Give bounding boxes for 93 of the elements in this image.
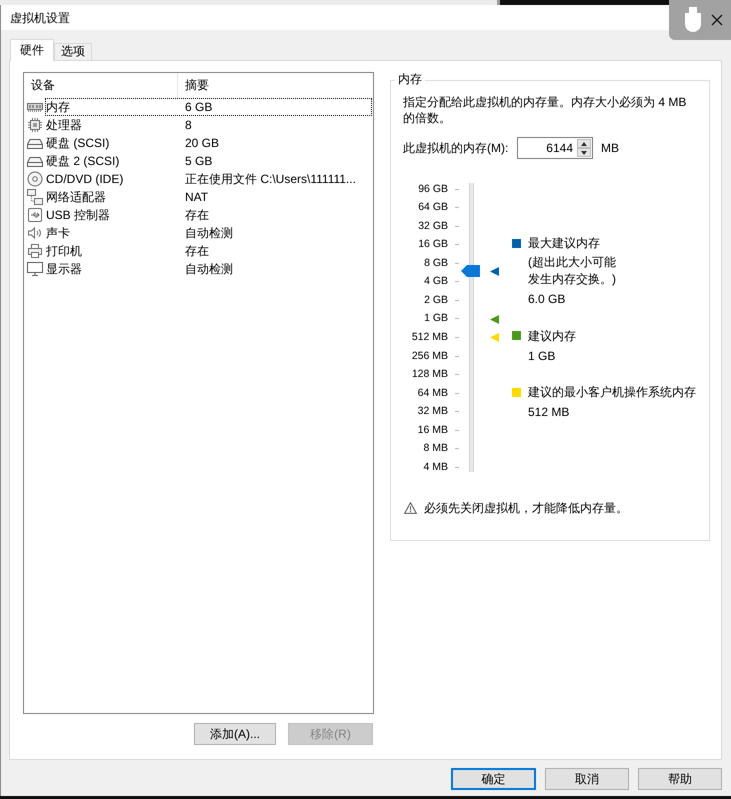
- scale-label: 64 MB: [418, 386, 448, 400]
- device-name: 处理器: [46, 117, 83, 134]
- window-title: 虚拟机设置: [10, 10, 70, 26]
- description-text: 指定分配给此虚拟机的内存量。内存大小必须为 4 MB 的倍数。: [403, 94, 688, 126]
- scale-tick: [455, 430, 459, 431]
- device-summary: 8: [185, 117, 192, 134]
- field-label: 此虚拟机的内存(M):: [403, 140, 508, 154]
- legend-amount: 1 GB: [528, 348, 556, 364]
- device-row[interactable]: 硬盘 (SCSI) 20 GB: [24, 134, 373, 152]
- scale-label: 2 GB: [424, 294, 448, 307]
- tab[interactable]: 选项: [54, 43, 92, 60]
- scale-tick: [455, 226, 459, 227]
- usb-drive-icon[interactable]: [683, 6, 703, 34]
- scale-tick: [455, 411, 459, 412]
- scale-label: 16 MB: [418, 424, 448, 437]
- scale-tick: [455, 466, 459, 468]
- scale-tick: [455, 337, 459, 338]
- warning-icon: [404, 502, 417, 514]
- device-name: USB 控制器: [46, 207, 112, 224]
- legend-title: 最大建议内存: [528, 235, 600, 252]
- scale-label: 1 GB: [424, 312, 448, 326]
- device-summary: 5 GB: [185, 153, 212, 170]
- help-button[interactable]: 帮助: [638, 768, 722, 790]
- scale-label: 4 MB: [423, 460, 448, 474]
- device-row[interactable]: 内存 6 GB: [24, 98, 373, 116]
- chip-icon: [27, 117, 43, 133]
- device-row[interactable]: 网络适配器 NAT: [24, 188, 373, 206]
- slider-thumb[interactable]: [461, 265, 480, 278]
- scale-label: 32 GB: [418, 220, 448, 233]
- scale-tick: [455, 318, 459, 320]
- device-name: 显示器: [46, 261, 83, 278]
- cancel-button[interactable]: 取消: [545, 768, 629, 790]
- device-summary: NAT: [185, 189, 208, 206]
- scale-label: 32 MB: [418, 405, 448, 418]
- legend-amount: 512 MB: [528, 404, 570, 421]
- device-summary: 20 GB: [185, 135, 220, 152]
- legend-title: 建议的最小客户机操作系统内存: [528, 384, 696, 401]
- scale-label: 128 MB: [412, 368, 448, 382]
- scale-tick: [455, 356, 459, 357]
- scale-tick: [455, 448, 459, 450]
- device-row[interactable]: 处理器 8: [24, 116, 373, 134]
- scale-tick: [455, 392, 459, 394]
- device-summary: 自动检测: [185, 225, 233, 242]
- legend-amount: 6.0 GB: [528, 291, 566, 308]
- device-name: CD/DVD (IDE): [46, 171, 124, 188]
- tab[interactable]: 硬件: [10, 39, 54, 61]
- scale-label: 64 GB: [418, 201, 448, 214]
- device-name: 网络适配器: [46, 189, 107, 206]
- add-button[interactable]: 添加(A)...: [194, 723, 276, 745]
- device-row[interactable]: CD/DVD (IDE) 正在使用文件 C:\Users\111111...: [24, 170, 373, 188]
- close-icon[interactable]: [711, 14, 723, 26]
- network-computers-icon: [27, 189, 43, 205]
- scale-label: 512 MB: [412, 331, 448, 344]
- scale-tick: [455, 374, 459, 376]
- device-summary: 存在: [185, 207, 209, 224]
- device-row[interactable]: 硬盘 2 (SCSI) 5 GB: [24, 152, 373, 170]
- device-row[interactable]: 打印机 存在: [24, 242, 373, 260]
- device-name: 打印机: [46, 243, 83, 260]
- usb-icon: [27, 207, 43, 223]
- scale-label: 96 GB: [418, 182, 448, 196]
- column-header[interactable]: 摘要: [185, 78, 209, 92]
- printer-icon: [27, 243, 43, 259]
- scale-tick: [455, 207, 459, 208]
- device-summary: 自动检测: [185, 261, 233, 278]
- scale-label: 8 MB: [423, 442, 448, 456]
- warning-text: 必须先关闭虚拟机，才能降低内存量。: [424, 500, 628, 517]
- scale-tick: [455, 300, 459, 301]
- legend-note: (超出此大小可能发生内存交换。): [528, 254, 617, 288]
- device-name: 内存: [46, 99, 71, 116]
- ok-button[interactable]: 确定: [451, 768, 536, 790]
- device-row[interactable]: 显示器 自动检测: [24, 260, 373, 278]
- column-header[interactable]: 设备: [31, 78, 55, 92]
- device-summary: 正在使用文件 C:\Users\111111...: [185, 171, 356, 188]
- device-name: 硬盘 (SCSI): [46, 135, 110, 152]
- scale-label: 8 GB: [424, 256, 448, 270]
- unit-label: MB: [601, 140, 619, 156]
- device-row[interactable]: 声卡 自动检测: [24, 224, 373, 242]
- scale-label: 256 MB: [412, 350, 448, 363]
- device-row[interactable]: USB 控制器 存在: [24, 206, 373, 224]
- scale-tick: [455, 244, 459, 246]
- legend-title: 建议内存: [528, 328, 576, 344]
- scale-tick: [455, 281, 459, 282]
- monitor-icon: [27, 261, 43, 277]
- device-summary: 存在: [185, 243, 209, 260]
- device-summary: 6 GB: [185, 99, 212, 116]
- speaker-icon: [27, 225, 43, 241]
- device-name: 声卡: [46, 225, 71, 242]
- scale-label: 16 GB: [418, 238, 448, 252]
- scale-label: 4 GB: [424, 275, 448, 288]
- scale-tick: [455, 262, 459, 264]
- device-name: 硬盘 2 (SCSI): [46, 153, 120, 170]
- scale-tick: [455, 188, 459, 190]
- disc-icon: [27, 171, 43, 187]
